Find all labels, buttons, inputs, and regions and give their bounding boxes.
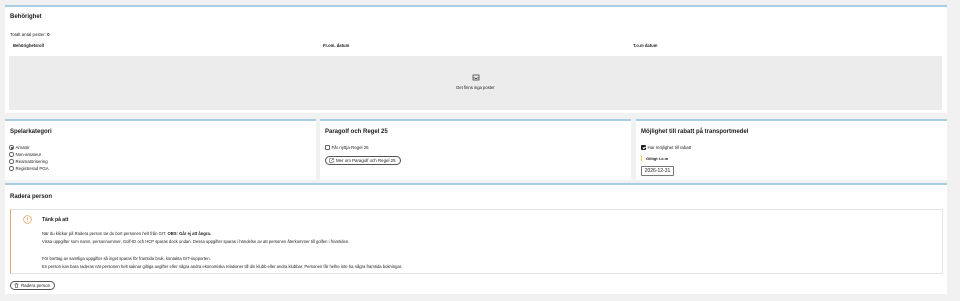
rabatt-checkbox-control[interactable] bbox=[641, 145, 646, 150]
paragolf-link-button[interactable]: Mer om Paragolf och Regel 25 bbox=[325, 156, 401, 165]
spelarkategori-card: Spelarkategori Amatör Non-amateur Reamat… bbox=[5, 119, 316, 180]
regel25-checkbox[interactable]: Får nyttja Regel 25 bbox=[325, 145, 369, 150]
alert-title: Tänk på att bbox=[42, 217, 69, 223]
radio-registrerad-pga-label: Registrerad PGA bbox=[15, 166, 49, 171]
alert-spacer bbox=[42, 247, 932, 255]
date-label: Giltigt t.o.m bbox=[646, 156, 669, 161]
alert-paragraph-2: Vissa uppgifter som namn, personnummer, … bbox=[42, 239, 350, 245]
rabatt-checkbox[interactable]: Har möjlighet till rabatt bbox=[641, 145, 691, 150]
radio-reamatorisering[interactable]: Reamatörisering bbox=[9, 159, 48, 164]
radio-amator[interactable]: Amatör bbox=[9, 145, 30, 150]
warning-alert: Tänk på att När du klickar på Radera per… bbox=[10, 209, 943, 274]
radio-non-amateur[interactable]: Non-amateur bbox=[9, 152, 41, 157]
paragolf-card: Paragolf och Regel 25 Får nyttja Regel 2… bbox=[320, 119, 631, 180]
radio-non-amateur-control[interactable] bbox=[9, 152, 14, 157]
inbox-icon bbox=[472, 74, 480, 81]
spelarkategori-title: Spelarkategori bbox=[10, 129, 52, 135]
empty-text: Det finns inga poster bbox=[456, 85, 495, 90]
column-header-from[interactable]: Fr.om. datum bbox=[323, 43, 349, 48]
warning-icon bbox=[23, 215, 32, 224]
total-posts-value: 0 bbox=[47, 32, 50, 37]
radera-title: Radera person bbox=[10, 194, 53, 200]
radera-person-button[interactable]: Radera person bbox=[10, 281, 56, 290]
rabatt-card: Möjlighet till rabatt på transportmedel … bbox=[636, 119, 947, 180]
alert-p1-warning: OBS: Går ej att ångra. bbox=[167, 231, 211, 236]
alert-paragraph-1: När du klickar på Radera person tar du b… bbox=[42, 230, 932, 238]
alert-paragraph-4: En person kan bara raderas när personen … bbox=[42, 264, 403, 270]
regel25-checkbox-control[interactable] bbox=[325, 145, 330, 150]
alert-body: När du klickar på Radera person tar du b… bbox=[42, 230, 932, 271]
behorighet-title: Behörighet bbox=[10, 14, 42, 20]
column-header-role[interactable]: Behörighetsroll bbox=[13, 43, 44, 48]
alert-p1-text: När du klickar på Radera person tar du b… bbox=[42, 231, 167, 236]
radera-person-label: Radera person bbox=[21, 283, 51, 288]
radio-amator-label: Amatör bbox=[15, 145, 30, 150]
table-header: Behörighetsroll Fr.om. datum T.o.m datum bbox=[10, 43, 942, 51]
column-header-to[interactable]: T.o.m datum bbox=[633, 43, 657, 48]
radio-registrerad-pga[interactable]: Registrerad PGA bbox=[9, 166, 49, 171]
radio-reamatorisering-control[interactable] bbox=[9, 159, 14, 164]
alert-paragraph-3: För borttag av samtliga uppgifter så ing… bbox=[42, 255, 211, 261]
radio-reamatorisering-label: Reamatörisering bbox=[15, 159, 48, 164]
empty-state: Det finns inga poster bbox=[9, 56, 942, 110]
regel25-checkbox-label: Får nyttja Regel 25 bbox=[331, 145, 369, 150]
total-posts: Totalt antal poster: 0 bbox=[10, 32, 50, 37]
paragolf-title: Paragolf och Regel 25 bbox=[325, 129, 388, 135]
radio-registrerad-pga-control[interactable] bbox=[9, 166, 14, 171]
date-field-group: Giltigt t.o.m bbox=[641, 156, 668, 161]
paragolf-link-label: Mer om Paragolf och Regel 25 bbox=[336, 158, 396, 163]
radio-non-amateur-label: Non-amateur bbox=[15, 152, 42, 157]
rabatt-checkbox-label: Har möjlighet till rabatt bbox=[647, 145, 692, 150]
radera-card: Radera person Tänk på att När du klickar… bbox=[5, 183, 947, 294]
trash-icon bbox=[14, 283, 19, 288]
date-input[interactable]: 2026-12-31 bbox=[641, 166, 674, 176]
rabatt-title: Möjlighet till rabatt på transportmedel bbox=[641, 129, 749, 135]
external-link-icon bbox=[329, 158, 334, 163]
radio-amator-control[interactable] bbox=[9, 145, 14, 150]
total-posts-label: Totalt antal poster: bbox=[10, 32, 46, 37]
behorighet-card: Behörighet Totalt antal poster: 0 Behöri… bbox=[5, 5, 947, 113]
